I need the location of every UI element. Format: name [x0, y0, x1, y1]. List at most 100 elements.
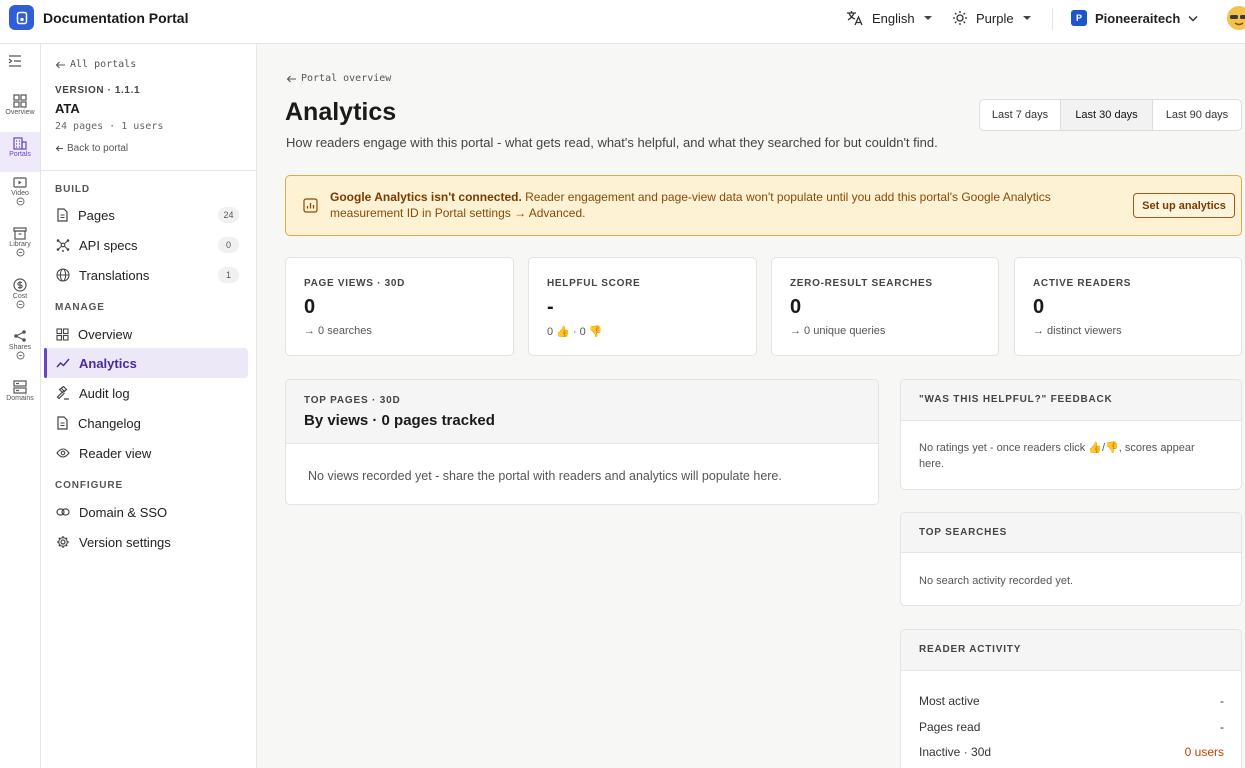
section-manage-label: MANAGE: [55, 302, 105, 313]
empty-state-text: No ratings yet - once readers click 👍/👎,…: [919, 442, 1195, 470]
stat-card-active-readers: ACTIVE READERS 0 → distinct viewers: [1014, 257, 1242, 356]
lock-badge-icon: [16, 351, 25, 360]
sidebar-item-label: Analytics: [79, 355, 137, 371]
rail-item-domains[interactable]: Domains: [0, 380, 40, 402]
network-icon: [56, 238, 70, 252]
rail-item-shares[interactable]: Shares: [0, 329, 40, 360]
stat-value: -: [547, 296, 554, 318]
chevron-down-icon: [1188, 15, 1198, 22]
sidebar-item-overview[interactable]: Overview: [44, 319, 248, 349]
top-bar: Documentation Portal English Purple P Pi…: [0, 0, 1245, 44]
chart-warning-icon: [303, 198, 318, 213]
row-label: Inactive · 30d: [919, 745, 992, 759]
collapse-sidebar-icon[interactable]: [8, 55, 22, 67]
sidebar-item-label: Overview: [78, 326, 133, 342]
section-configure-label: CONFIGURE: [55, 480, 124, 491]
range-7-days-button[interactable]: Last 7 days: [980, 100, 1061, 130]
stat-value: 0: [304, 296, 316, 318]
card-title: By views · 0 pages tracked: [304, 412, 495, 429]
theme-selector[interactable]: Purple: [952, 10, 1032, 26]
user-avatar[interactable]: [1227, 6, 1245, 30]
trend-icon: [56, 357, 70, 369]
card-kicker: TOP SEARCHES: [919, 527, 1008, 538]
arrow-left-icon: [55, 61, 66, 69]
dollar-icon: [13, 278, 27, 292]
sidebar-item-api-specs[interactable]: API specs 0: [44, 230, 248, 260]
sidebar-item-translations[interactable]: Translations 1: [44, 260, 248, 290]
arrow-left-icon: [55, 145, 64, 152]
sidebar-item-domain-sso[interactable]: Domain & SSO: [44, 497, 248, 527]
all-portals-link[interactable]: All portals: [55, 59, 136, 70]
app-logo-icon[interactable]: [9, 5, 34, 30]
sun-icon: [952, 10, 968, 26]
sidebar-item-label: Version settings: [79, 534, 171, 550]
sidebar-item-label: API specs: [79, 237, 138, 253]
arrow-left-icon: [286, 75, 297, 83]
sidebar-item-pages[interactable]: Pages 24: [44, 200, 248, 230]
server-icon: [13, 380, 27, 394]
rail-item-cost[interactable]: Cost: [0, 278, 40, 309]
rail-label: Portals: [9, 151, 31, 158]
top-pages-card: TOP PAGES · 30D By views · 0 pages track…: [285, 379, 879, 505]
stat-card-helpful-score: HELPFUL SCORE - 0 👍 · 0 👎: [528, 257, 757, 356]
range-90-days-button[interactable]: Last 90 days: [1153, 100, 1241, 130]
link-icon: [56, 507, 70, 517]
row-label: Most active: [919, 694, 980, 708]
archive-icon: [13, 227, 27, 240]
rail-label: Library: [9, 241, 31, 248]
sidebar-item-audit-log[interactable]: Audit log: [44, 378, 248, 408]
inactive-users-value: 0 users: [1184, 745, 1224, 759]
theme-label: Purple: [976, 10, 1014, 26]
stat-note: 0 👍 · 0 👎: [547, 326, 603, 338]
lock-badge-icon: [16, 300, 25, 309]
range-30-days-button[interactable]: Last 30 days: [1061, 100, 1153, 130]
rail-item-portals[interactable]: Portals: [0, 132, 40, 172]
rail-item-video[interactable]: Video: [0, 177, 40, 206]
page-title: Analytics: [285, 98, 397, 126]
rail-item-overview[interactable]: Overview: [0, 94, 40, 116]
grid-icon: [13, 94, 27, 108]
rail-label: Overview: [5, 109, 35, 116]
sidebar-item-label: Reader view: [79, 445, 152, 461]
org-name: Pioneeraitech: [1095, 10, 1181, 26]
sidebar-item-analytics[interactable]: Analytics: [44, 348, 248, 378]
breadcrumb[interactable]: Portal overview: [286, 73, 391, 84]
lock-badge-icon: [16, 248, 25, 257]
icon-rail: Overview Portals Video Library Cost Shar…: [0, 44, 41, 768]
app-title: Documentation Portal: [43, 10, 189, 26]
sidebar-item-version-settings[interactable]: Version settings: [44, 527, 248, 557]
stat-label: HELPFUL SCORE: [547, 278, 641, 289]
card-kicker: "WAS THIS HELPFUL?" FEEDBACK: [919, 394, 1113, 405]
stat-note: → 0 unique queries: [790, 325, 886, 337]
alert-message: Google Analytics isn't connected. Reader…: [330, 189, 1090, 221]
document-icon: [56, 208, 69, 222]
alert-title: Google Analytics isn't connected.: [330, 190, 522, 204]
back-to-portal-link[interactable]: Back to portal: [55, 143, 128, 154]
language-label: English: [872, 10, 915, 26]
grid-icon: [56, 327, 69, 341]
sidebar-item-label: Domain & SSO: [79, 504, 168, 520]
rail-label: Cost: [12, 293, 28, 300]
count-badge: 0: [218, 237, 239, 253]
language-selector[interactable]: English: [846, 10, 933, 26]
sidebar-item-label: Changelog: [78, 415, 141, 431]
globe-icon: [56, 268, 70, 282]
share-icon: [13, 329, 27, 343]
sidebar-item-reader-view[interactable]: Reader view: [44, 438, 248, 468]
rail-item-library[interactable]: Library: [0, 227, 40, 257]
lock-badge-icon: [16, 197, 25, 206]
sidebar-item-changelog[interactable]: Changelog: [44, 408, 248, 438]
row-value: -: [1220, 694, 1224, 708]
section-build-label: BUILD: [55, 184, 91, 195]
org-badge: P: [1071, 10, 1087, 26]
divider: [1052, 8, 1053, 30]
org-switcher[interactable]: P Pioneeraitech: [1071, 10, 1198, 26]
analytics-warning-banner: Google Analytics isn't connected. Reader…: [285, 175, 1242, 236]
top-searches-card: TOP SEARCHES No search activity recorded…: [900, 512, 1242, 606]
back-to-portal-label: Back to portal: [67, 143, 129, 154]
set-up-analytics-button[interactable]: Set up analytics: [1133, 193, 1235, 218]
reader-activity-card: READER ACTIVITY Most active - Pages read…: [900, 629, 1242, 768]
rail-label: Shares: [8, 344, 32, 351]
empty-state-text: No views recorded yet - share the portal…: [308, 469, 782, 483]
stat-card-page-views: PAGE VIEWS · 30D 0 → 0 searches: [285, 257, 514, 356]
